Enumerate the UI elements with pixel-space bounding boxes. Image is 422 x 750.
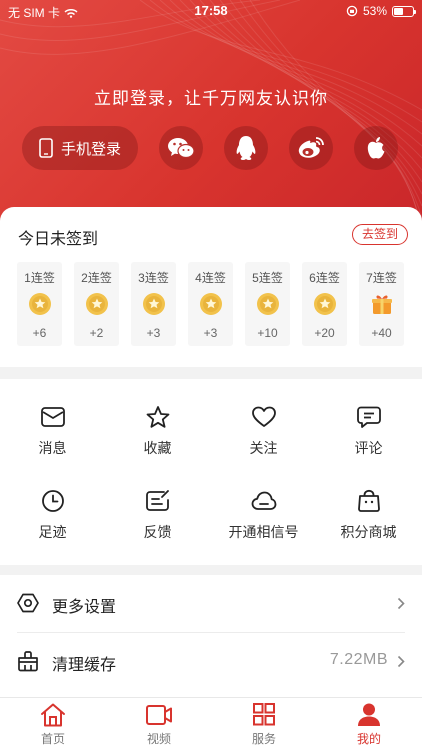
clear-cache-row[interactable]: 清理缓存 7.22MB: [0, 633, 422, 691]
status-bar: 无 SIM 卡 17:58 53%: [0, 0, 422, 24]
login-options: 手机登录: [22, 126, 398, 170]
tab-video[interactable]: 视频: [129, 702, 189, 747]
signin-day-5[interactable]: 5连签 +10: [245, 262, 290, 346]
chevron-right-icon: [397, 597, 405, 610]
heart-icon: [251, 406, 276, 427]
tab-label: 我的: [356, 732, 381, 746]
grid-item-feedback[interactable]: 反馈: [105, 489, 210, 542]
star-icon: [146, 406, 169, 428]
grid-label: 反馈: [143, 524, 172, 540]
weibo-login-button[interactable]: [289, 126, 333, 170]
signin-status-title: 今日未签到: [18, 231, 99, 248]
grid-item-following[interactable]: 关注: [211, 405, 316, 458]
clear-cache-label: 清理缓存: [52, 657, 117, 674]
tab-services[interactable]: 服务: [234, 702, 294, 747]
wave-pattern: [0, 0, 422, 240]
phone-login-button[interactable]: 手机登录: [22, 126, 138, 170]
grid-item-open-account[interactable]: 开通相信号: [211, 489, 316, 542]
battery-percent: 53%: [362, 4, 387, 18]
day-label: 4连签: [195, 271, 226, 285]
grid-item-history[interactable]: 足迹: [0, 489, 105, 542]
day-label: 2连签: [81, 271, 112, 285]
grid-item-points-mall[interactable]: 积分商城: [316, 489, 421, 542]
qq-login-button[interactable]: [224, 126, 268, 170]
grid-label: 开通相信号: [228, 524, 299, 540]
user-icon: [358, 703, 380, 726]
tab-label: 视频: [146, 732, 171, 746]
tab-label: 首页: [40, 732, 65, 746]
clear-cache-icon: [18, 651, 38, 672]
day-points: +3: [146, 326, 161, 340]
login-prompt[interactable]: 立即登录，让千万网友认识你: [0, 84, 422, 109]
apple-icon: [367, 137, 385, 159]
tab-me[interactable]: 我的: [339, 702, 399, 747]
phone-icon: [39, 138, 53, 158]
day-points: +10: [257, 326, 278, 340]
cache-size: 7.22MB: [329, 651, 388, 668]
coin-icon: [85, 293, 108, 315]
wechat-icon: [168, 138, 195, 159]
day-points: +2: [89, 326, 104, 340]
tab-label: 服务: [251, 732, 276, 746]
qq-icon: [236, 136, 256, 160]
coin-icon: [199, 293, 222, 315]
grid-label: 评论: [354, 440, 383, 456]
signin-day-3[interactable]: 3连签 +3: [131, 262, 176, 346]
grid-label: 积分商城: [340, 524, 397, 540]
coin-icon: [28, 293, 51, 315]
coin-icon: [256, 293, 279, 315]
day-label: 3连签: [138, 271, 169, 285]
day-points: +40: [371, 326, 392, 340]
coin-icon: [313, 293, 336, 315]
grid-icon: [253, 703, 275, 726]
day-points: +20: [314, 326, 335, 340]
settings-icon: [17, 593, 39, 613]
signin-day-1[interactable]: 1连签 +6: [17, 262, 62, 346]
gift-icon: [371, 295, 392, 314]
signin-card: 今日未签到 去签到 1连签 +6 2连签 +2 3连签 +3 4连签 +3 5连…: [0, 207, 422, 367]
day-label: 5连签: [252, 271, 283, 285]
battery-icon: [392, 5, 416, 17]
shopping-bag-icon: [357, 489, 380, 512]
coin-icon: [142, 293, 165, 315]
day-points: +3: [203, 326, 218, 340]
tab-home[interactable]: 首页: [23, 702, 83, 747]
profile-header: 无 SIM 卡 17:58 53% 立即登录，让千万网友认识你 手机登录: [0, 0, 422, 240]
more-settings-label: 更多设置: [52, 599, 117, 616]
signin-day-4[interactable]: 4连签 +3: [188, 262, 233, 346]
feedback-icon: [145, 490, 169, 511]
signin-day-2[interactable]: 2连签 +2: [74, 262, 119, 346]
home-icon: [41, 703, 65, 727]
video-icon: [146, 705, 172, 725]
comment-icon: [356, 406, 381, 428]
grid-label: 关注: [249, 440, 278, 456]
signin-button[interactable]: 去签到: [352, 224, 408, 245]
message-icon: [40, 407, 65, 427]
wechat-login-button[interactable]: [159, 126, 203, 170]
signin-day-7[interactable]: 7连签 +40: [359, 262, 404, 346]
function-grid: 消息 收藏 关注 评论 足迹 反馈 开通相信号 积分商城: [0, 379, 422, 565]
signin-streak-list: 1连签 +6 2连签 +2 3连签 +3 4连签 +3 5连签 +10 6连签 …: [17, 262, 404, 346]
day-label: 6连签: [309, 271, 340, 285]
day-points: +6: [32, 326, 47, 340]
signin-day-6[interactable]: 6连签 +20: [302, 262, 347, 346]
day-label: 1连签: [24, 271, 55, 285]
grid-item-favorites[interactable]: 收藏: [105, 405, 210, 458]
settings-list: 更多设置 清理缓存 7.22MB: [0, 575, 422, 697]
weibo-icon: [298, 137, 324, 158]
bottom-tab-bar: 首页 视频 服务 我的: [0, 697, 422, 750]
grid-label: 足迹: [38, 524, 67, 540]
grid-label: 收藏: [143, 440, 172, 456]
cloud-icon: [251, 491, 276, 510]
clock-icon: [41, 490, 64, 512]
orientation-lock-icon: [346, 5, 358, 17]
grid-item-messages[interactable]: 消息: [0, 405, 105, 458]
grid-item-comments[interactable]: 评论: [316, 405, 421, 458]
chevron-right-icon: [397, 655, 405, 668]
apple-login-button[interactable]: [354, 126, 398, 170]
grid-label: 消息: [38, 440, 67, 456]
phone-login-label: 手机登录: [60, 140, 121, 158]
day-label: 7连签: [366, 271, 397, 285]
more-settings-row[interactable]: 更多设置: [0, 575, 422, 633]
